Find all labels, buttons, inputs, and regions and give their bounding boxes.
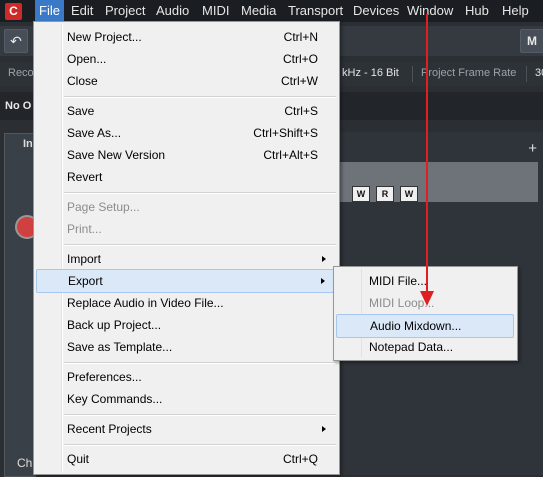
add-track-button[interactable]: + <box>528 140 537 157</box>
menu-item-preferences[interactable]: Preferences... <box>36 366 336 388</box>
menu-item-label: Save as Template... <box>67 340 173 354</box>
m-button[interactable]: M <box>520 29 543 53</box>
menu-item-shortcut: Ctrl+Shift+S <box>253 126 318 140</box>
menu-midi[interactable]: MIDI <box>198 0 233 22</box>
menu-item-label: Key Commands... <box>67 392 163 406</box>
menu-item-label: Close <box>67 74 98 88</box>
menu-item-page-setup[interactable]: Page Setup... <box>36 196 336 218</box>
menu-hub[interactable]: Hub <box>461 0 493 22</box>
info-text: No O <box>5 100 32 112</box>
menu-item-label: MIDI Loop... <box>369 296 435 310</box>
submenu-arrow-icon <box>321 278 325 284</box>
menu-separator <box>64 244 336 246</box>
menu-item-label: New Project... <box>67 30 142 44</box>
menubar: C File Edit Project Audio MIDI Media Tra… <box>0 0 543 22</box>
menu-item-label: Page Setup... <box>67 200 140 214</box>
read-button[interactable]: R <box>376 186 394 202</box>
inspector-tab[interactable]: In <box>23 138 33 150</box>
write-button[interactable]: W <box>400 186 418 202</box>
menu-item-label: Save New Version <box>67 148 166 162</box>
menu-item-audio-mixdown[interactable]: Audio Mixdown... <box>336 314 514 338</box>
menu-item-shortcut: Ctrl+Q <box>282 452 318 466</box>
menu-item-label: Print... <box>67 222 102 236</box>
menu-item-save[interactable]: Save Ctrl+S <box>36 100 336 122</box>
menu-item-label: Preferences... <box>67 370 142 384</box>
menu-item-midi-file[interactable]: MIDI File... <box>336 270 514 292</box>
menu-item-recent-projects[interactable]: Recent Projects <box>36 418 336 440</box>
menu-separator <box>64 96 336 98</box>
submenu-arrow-icon <box>322 426 326 432</box>
menu-separator <box>64 362 336 364</box>
menu-media[interactable]: Media <box>237 0 280 22</box>
menu-devices[interactable]: Devices <box>349 0 403 22</box>
frame-rate-label[interactable]: Project Frame Rate <box>421 67 516 79</box>
menu-item-shortcut: Ctrl+S <box>284 104 318 118</box>
menu-audio[interactable]: Audio <box>152 0 193 22</box>
menu-item-replace-audio[interactable]: Replace Audio in Video File... <box>36 292 336 314</box>
menu-item-label: Save As... <box>67 126 122 140</box>
menu-window[interactable]: Window <box>403 0 457 22</box>
menu-help[interactable]: Help <box>498 0 533 22</box>
menu-item-quit[interactable]: Quit Ctrl+Q <box>36 448 336 470</box>
menu-item-shortcut: Ctrl+W <box>281 74 318 88</box>
menu-item-label: Quit <box>67 452 90 466</box>
undo-icon[interactable]: ↶ <box>4 29 28 53</box>
menu-file[interactable]: File <box>35 0 64 22</box>
track-header[interactable]: W R W <box>338 162 538 202</box>
menu-item-label: Import <box>67 252 102 266</box>
menu-item-revert[interactable]: Revert <box>36 166 336 188</box>
menu-item-close[interactable]: Close Ctrl+W <box>36 70 336 92</box>
menu-item-new-project[interactable]: New Project... Ctrl+N <box>36 26 336 48</box>
menu-item-shortcut: Ctrl+N <box>283 30 318 44</box>
menu-item-shortcut: Ctrl+Alt+S <box>263 148 318 162</box>
menu-item-import[interactable]: Import <box>36 248 336 270</box>
menu-item-label: Replace Audio in Video File... <box>67 296 224 310</box>
write-button[interactable]: W <box>352 186 370 202</box>
menu-item-label: Recent Projects <box>67 422 152 436</box>
menu-separator <box>64 414 336 416</box>
menu-item-save-new-version[interactable]: Save New Version Ctrl+Alt+S <box>36 144 336 166</box>
menu-transport[interactable]: Transport <box>284 0 347 22</box>
menu-item-open[interactable]: Open... Ctrl+O <box>36 48 336 70</box>
menu-item-label: Notepad Data... <box>369 340 454 354</box>
file-menu: New Project... Ctrl+N Open... Ctrl+O Clo… <box>33 21 340 475</box>
menu-separator <box>64 444 336 446</box>
status-separator <box>412 66 413 82</box>
menu-item-label: Back up Project... <box>67 318 162 332</box>
menu-item-label: Save <box>67 104 95 118</box>
menu-item-label: Export <box>68 274 103 288</box>
menu-item-midi-loop[interactable]: MIDI Loop... <box>336 292 514 314</box>
menu-item-label: Open... <box>67 52 107 66</box>
menu-item-save-as[interactable]: Save As... Ctrl+Shift+S <box>36 122 336 144</box>
menu-item-label: Revert <box>67 170 103 184</box>
menu-item-export[interactable]: Export <box>36 269 336 293</box>
menu-edit[interactable]: Edit <box>67 0 97 22</box>
menu-separator <box>64 192 336 194</box>
menu-item-label: Audio Mixdown... <box>370 319 462 333</box>
inspector-panel: In Ch <box>4 133 36 477</box>
menu-item-back-up-project[interactable]: Back up Project... <box>36 314 336 336</box>
export-submenu: MIDI File... MIDI Loop... Audio Mixdown.… <box>333 266 518 361</box>
menu-project[interactable]: Project <box>101 0 149 22</box>
frame-rate-value[interactable]: 30 <box>535 67 543 79</box>
menu-item-save-as-template[interactable]: Save as Template... <box>36 336 336 358</box>
cubase-logo-icon[interactable]: C <box>5 3 22 20</box>
menu-item-key-commands[interactable]: Key Commands... <box>36 388 336 410</box>
inspector-bottom-label[interactable]: Ch <box>17 456 32 470</box>
status-left-text: Reco <box>8 67 34 79</box>
submenu-arrow-icon <box>322 256 326 262</box>
menu-item-label: MIDI File... <box>369 274 428 288</box>
status-separator <box>526 66 527 82</box>
sample-format[interactable]: kHz - 16 Bit <box>342 67 399 79</box>
menu-item-shortcut: Ctrl+O <box>282 52 318 66</box>
menu-item-print[interactable]: Print... <box>36 218 336 240</box>
menu-item-notepad-data[interactable]: Notepad Data... <box>336 336 514 358</box>
